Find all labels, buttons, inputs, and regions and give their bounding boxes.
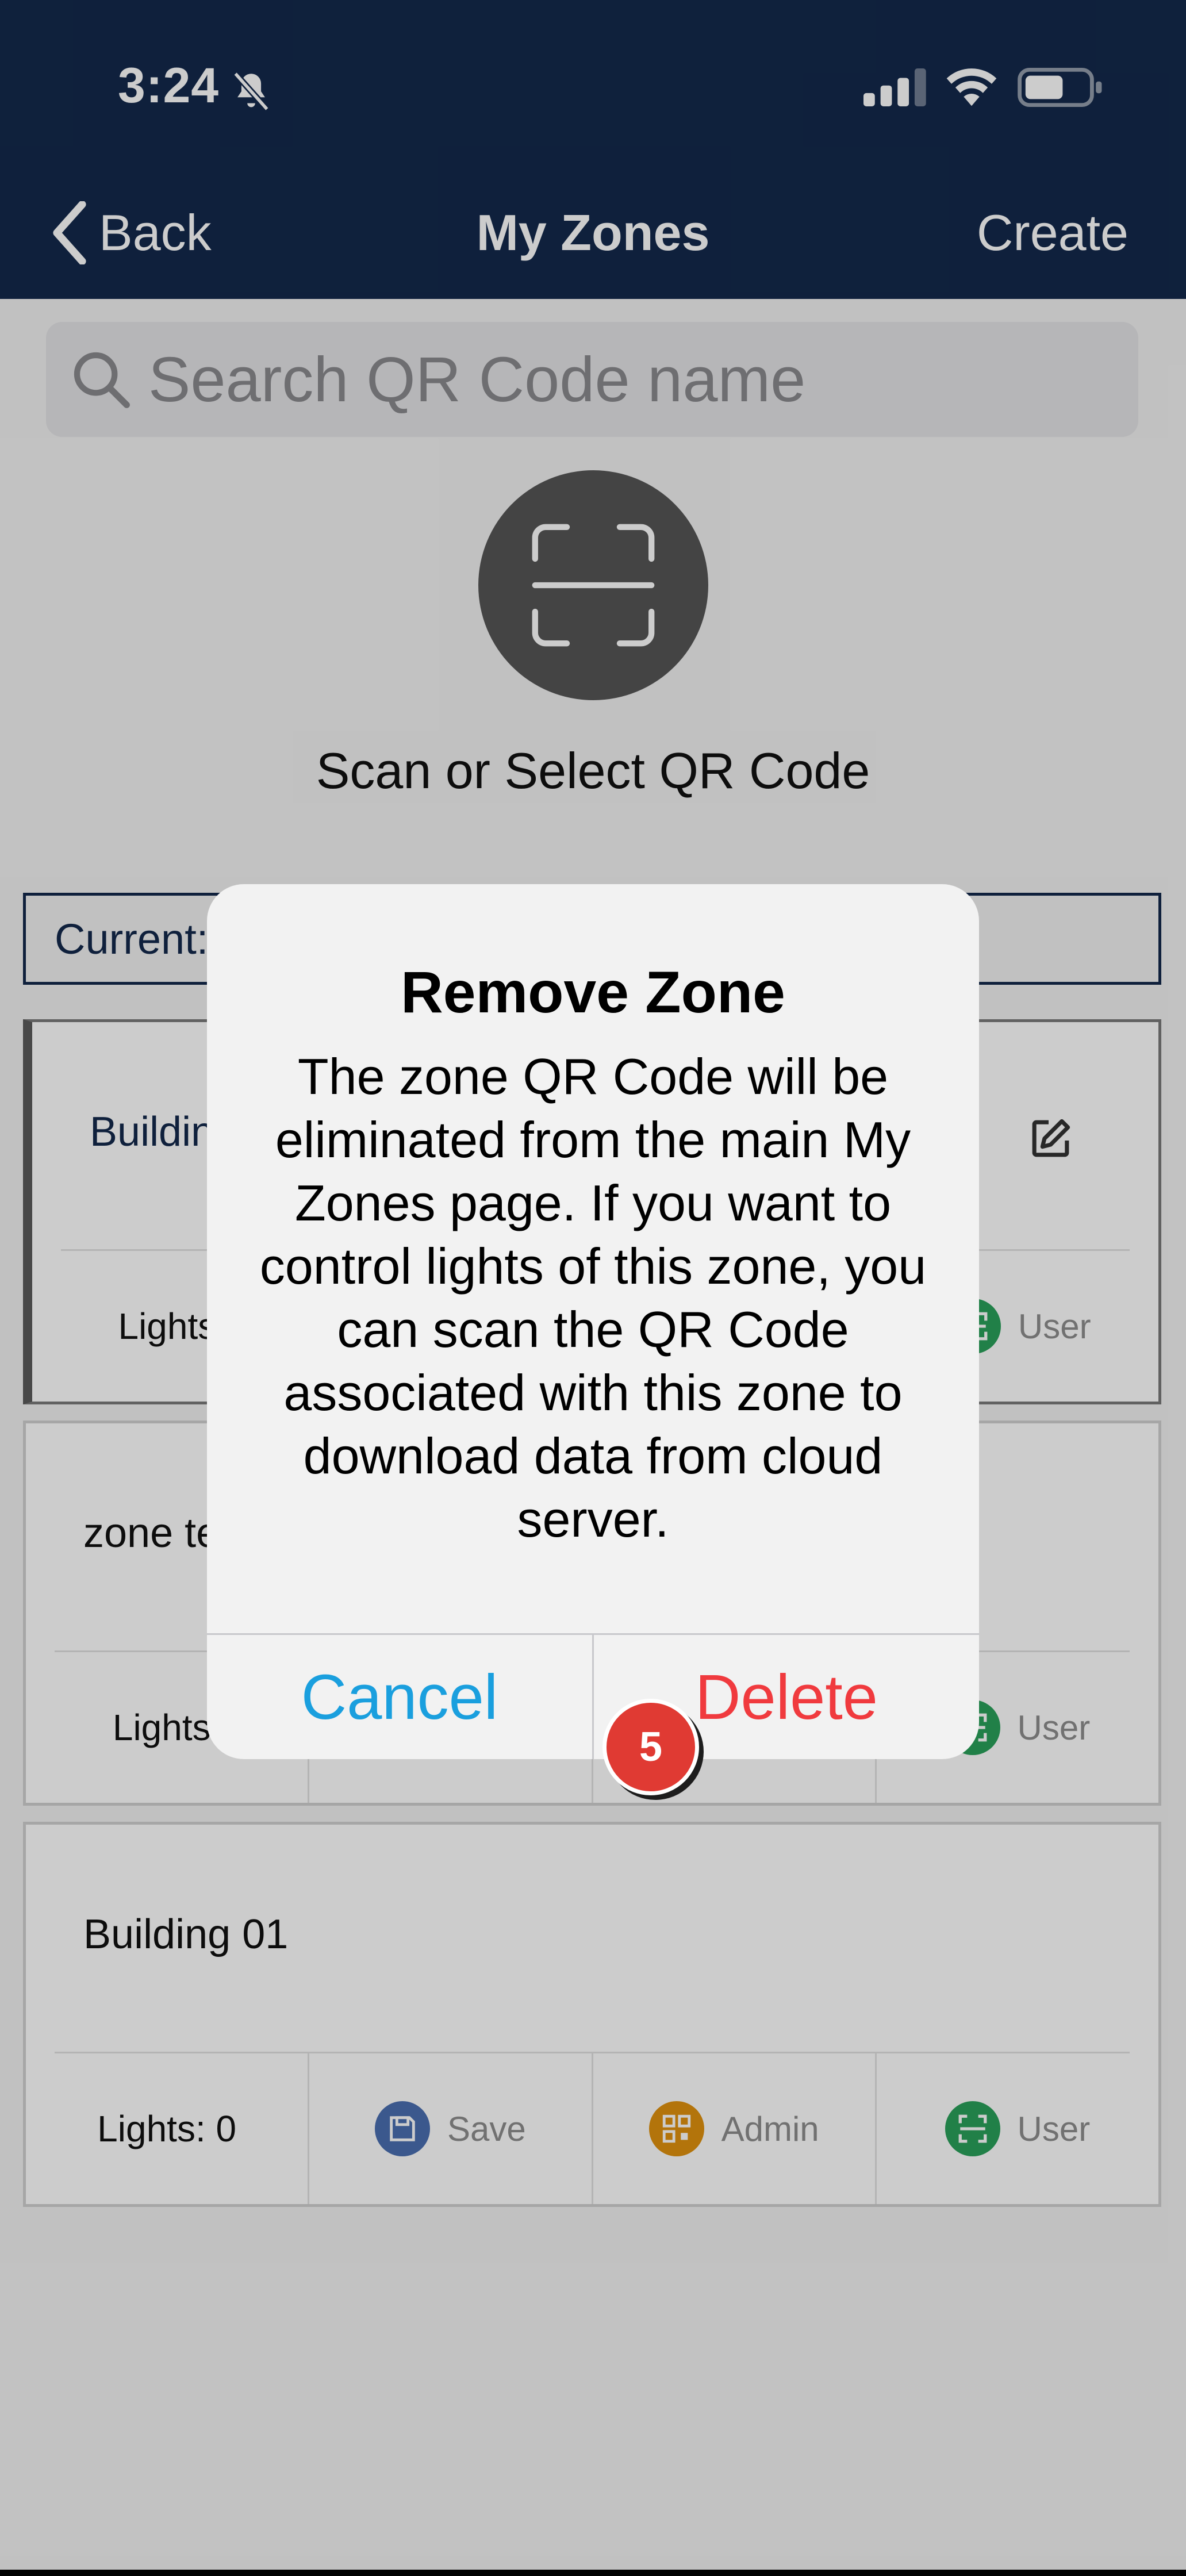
screen: 3:24 Back My Zones Create Search QR Code… [0,0,1186,2570]
remove-zone-alert: Remove Zone The zone QR Code will be eli… [207,884,979,1759]
step-number-badge: 5 [602,1699,699,1795]
cancel-button[interactable]: Cancel [207,1635,592,1759]
alert-title: Remove Zone [401,959,785,1025]
alert-message: The zone QR Code will be eliminated from… [259,1048,927,1548]
